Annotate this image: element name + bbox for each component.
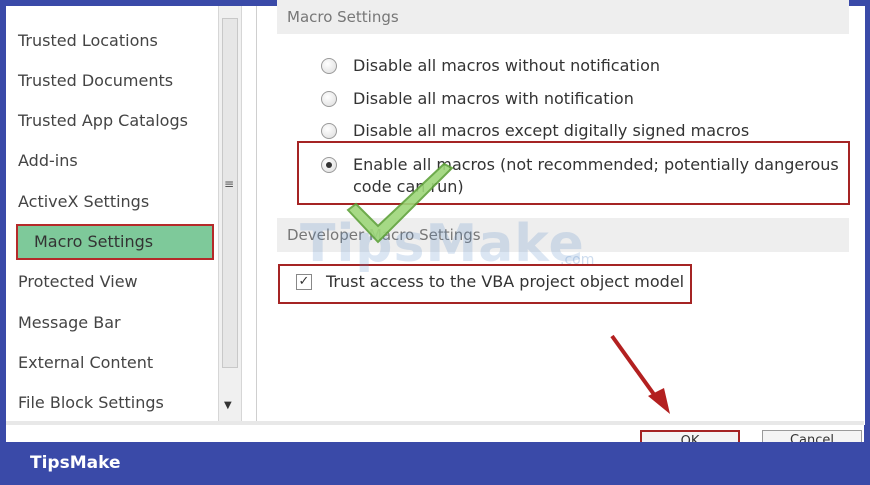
panel-bottom-divider <box>6 421 864 425</box>
sidebar-item-trusted-locations[interactable]: Trusted Locations <box>18 26 158 56</box>
radio-label: Disable all macros with notification <box>353 89 634 108</box>
sidebar-item-external-content[interactable]: External Content <box>18 348 153 378</box>
scroll-down-arrow-icon[interactable]: ▼ <box>224 400 232 411</box>
sidebar-item-message-bar[interactable]: Message Bar <box>18 308 121 338</box>
sidebar-item-protected-view[interactable]: Protected View <box>18 267 138 297</box>
scrollbar-thumb[interactable] <box>222 18 238 368</box>
sidebar-item-trusted-app-catalogs[interactable]: Trusted App Catalogs <box>18 106 188 136</box>
footer-brand: TipsMake <box>30 453 121 473</box>
sidebar-item-macro-settings[interactable]: Macro Settings <box>16 224 214 260</box>
radio-button[interactable] <box>321 123 337 139</box>
scroll-grip-icon: ≡ <box>224 177 235 191</box>
trust-vba-checkbox[interactable]: ✓ <box>296 274 312 290</box>
sidebar-scrollbar[interactable]: ≡ ▼ <box>218 6 242 421</box>
watermark-suffix: .com <box>560 252 595 268</box>
trust-vba-label: Trust access to the VBA project object m… <box>326 272 685 291</box>
sidebar-item-file-block-settings[interactable]: File Block Settings <box>18 388 164 418</box>
green-checkmark-icon <box>346 162 454 244</box>
trust-center-sidebar: Trusted Locations Trusted Documents Trus… <box>6 6 218 425</box>
footer-bar: TipsMake <box>0 442 870 485</box>
radio-button[interactable] <box>321 91 337 107</box>
sidebar-item-trusted-documents[interactable]: Trusted Documents <box>18 66 173 96</box>
radio-label: Disable all macros without notification <box>353 56 661 75</box>
macro-settings-header: Macro Settings <box>277 0 849 34</box>
sidebar-item-activex-settings[interactable]: ActiveX Settings <box>18 187 149 217</box>
radio-button[interactable] <box>321 58 337 74</box>
radio-label: Disable all macros except digitally sign… <box>353 121 750 140</box>
red-arrow-icon <box>610 334 670 414</box>
sidebar-item-add-ins[interactable]: Add-ins <box>18 146 78 176</box>
